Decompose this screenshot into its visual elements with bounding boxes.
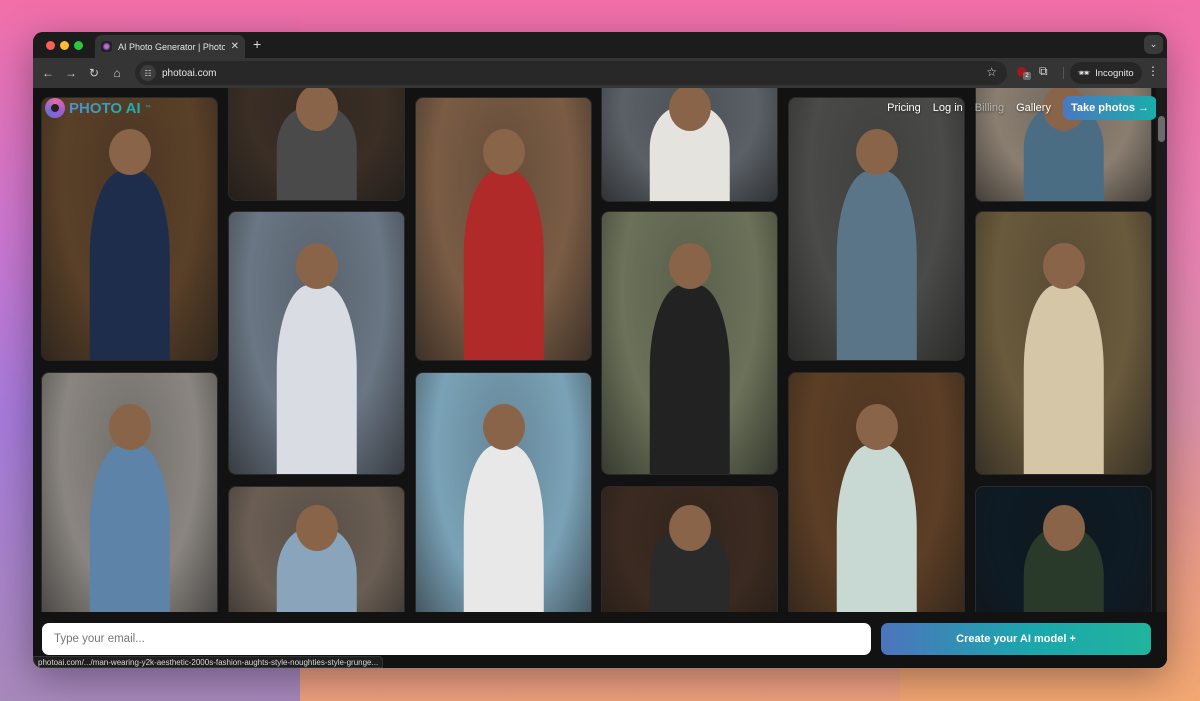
gallery-photo[interactable] [601, 88, 778, 202]
photo-subject-head [855, 403, 898, 450]
url-text[interactable]: photoai.com [162, 68, 216, 79]
tab-bar: AI Photo Generator | Photo AI ✕ + ⌄ [33, 32, 1167, 58]
photo-subject [649, 285, 730, 474]
close-icon[interactable]: ✕ [231, 41, 239, 52]
gallery-photo[interactable] [415, 97, 592, 361]
top-navigation: Pricing Log in Billing Gallery Take phot… [887, 96, 1157, 120]
minimize-window-button[interactable] [60, 41, 69, 50]
photo-subject-head [108, 403, 151, 450]
nav-pricing[interactable]: Pricing [887, 102, 921, 114]
photo-subject [276, 285, 357, 474]
incognito-label: Incognito [1095, 67, 1134, 79]
scrollbar-thumb[interactable] [1158, 116, 1165, 142]
gallery-photo[interactable] [788, 372, 965, 632]
gallery-photo[interactable] [788, 97, 965, 361]
chevron-down-icon[interactable]: ⌄ [1144, 35, 1163, 54]
browser-toolbar: ← → ↻ ⌂ ☷ photoai.com ☆ 2 ⧉ 🕶 Incognito … [33, 58, 1167, 88]
photo-subject [836, 171, 917, 360]
photo-subject-head [668, 504, 711, 551]
extension-badge-count: 2 [1023, 72, 1031, 80]
gallery-photo[interactable] [228, 211, 405, 475]
create-ai-model-button[interactable]: Create your AI model + [881, 623, 1151, 655]
photo-subject [1023, 285, 1104, 474]
photo-subject-head [1042, 504, 1085, 551]
site-info-icon[interactable]: ☷ [140, 65, 156, 81]
photo-subject-head [108, 129, 151, 176]
logo-trademark: ™ [144, 105, 151, 111]
nav-billing[interactable]: Billing [975, 102, 1004, 114]
gallery-photo[interactable] [41, 372, 218, 632]
photo-subject-head [1042, 243, 1085, 290]
tab-photoai[interactable]: AI Photo Generator | Photo AI ✕ [95, 35, 245, 58]
close-window-button[interactable] [46, 41, 55, 50]
scrollbar[interactable] [1156, 88, 1167, 612]
reload-icon[interactable]: ↻ [85, 64, 103, 82]
back-arrow-icon[interactable]: ← [39, 64, 57, 82]
photo-subject [836, 445, 917, 631]
nav-login[interactable]: Log in [933, 102, 963, 114]
tab-title: AI Photo Generator | Photo AI [118, 41, 225, 52]
status-bar-link: photoai.com/.../man-wearing-y2k-aestheti… [33, 656, 384, 668]
more-menu-icon[interactable]: ⋮ [1147, 64, 1159, 78]
photo-subject-head [295, 504, 338, 551]
take-photos-button[interactable]: Take photos → [1062, 96, 1157, 120]
photo-subject [89, 445, 170, 631]
browser-window: AI Photo Generator | Photo AI ✕ + ⌄ ← → … [33, 32, 1167, 668]
photo-subject-head [668, 243, 711, 290]
gallery-photo[interactable] [415, 372, 592, 632]
gallery-photo[interactable] [601, 211, 778, 475]
photo-subject [463, 445, 544, 631]
gallery-photo[interactable] [41, 97, 218, 361]
address-bar[interactable]: ☷ photoai.com ☆ [135, 61, 1007, 85]
nav-gallery[interactable]: Gallery [1016, 102, 1051, 114]
forward-arrow-icon[interactable]: → [62, 64, 80, 82]
email-input[interactable] [42, 623, 871, 655]
incognito-indicator[interactable]: 🕶 Incognito [1070, 62, 1142, 84]
gallery-photo[interactable] [228, 88, 405, 201]
logo-text: PHOTO AI [69, 99, 141, 117]
toolbar-divider [1063, 67, 1064, 79]
photo-subject [463, 171, 544, 360]
plus-icon[interactable]: + [253, 36, 261, 52]
maximize-window-button[interactable] [74, 41, 83, 50]
photo-subject-head [482, 403, 525, 450]
extensions-puzzle-icon[interactable]: ⧉ [1039, 64, 1048, 79]
home-icon[interactable]: ⌂ [108, 64, 126, 82]
photo-subject-head [855, 129, 898, 176]
site-logo[interactable]: PHOTO AI ™ [45, 98, 151, 118]
gallery-photo[interactable] [975, 211, 1152, 475]
photo-subject-head [295, 243, 338, 290]
photo-subject-head [482, 129, 525, 176]
logo-icon [45, 98, 65, 118]
photo-subject [89, 171, 170, 360]
page-content: PHOTO AI ™ Pricing Log in Billing Galler… [33, 88, 1167, 668]
incognito-icon: 🕶 [1078, 67, 1091, 79]
bookmark-star-icon[interactable]: ☆ [986, 65, 997, 79]
favicon-icon [101, 41, 112, 52]
